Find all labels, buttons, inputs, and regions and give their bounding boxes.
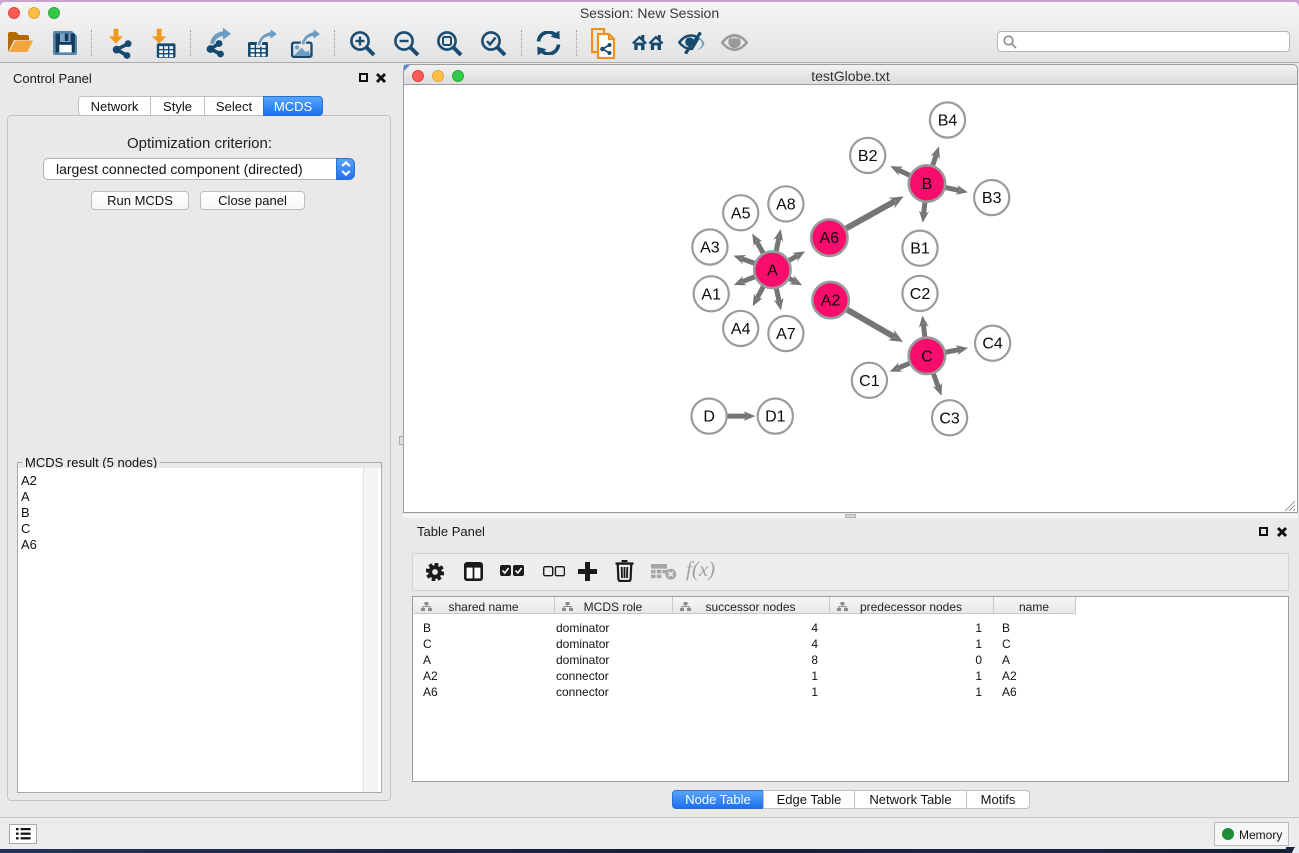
svg-text:A5: A5	[731, 205, 751, 222]
svg-text:A: A	[767, 262, 778, 279]
svg-text:C2: C2	[910, 286, 931, 303]
svg-text:A2: A2	[821, 293, 841, 310]
svg-text:A8: A8	[776, 196, 796, 213]
svg-text:A4: A4	[731, 321, 751, 338]
svg-text:B1: B1	[910, 241, 930, 258]
svg-text:C3: C3	[939, 410, 960, 427]
svg-text:A1: A1	[701, 286, 721, 303]
svg-text:B2: B2	[858, 148, 878, 165]
svg-text:C1: C1	[859, 373, 880, 390]
svg-text:C4: C4	[982, 336, 1003, 353]
svg-text:A7: A7	[776, 326, 796, 343]
svg-text:A3: A3	[700, 240, 720, 257]
svg-text:D1: D1	[765, 409, 786, 426]
svg-text:A6: A6	[820, 230, 840, 247]
svg-text:B3: B3	[982, 190, 1002, 207]
svg-text:B4: B4	[938, 113, 958, 130]
svg-text:C: C	[921, 348, 933, 365]
svg-text:B: B	[922, 176, 933, 193]
svg-text:D: D	[703, 409, 715, 426]
